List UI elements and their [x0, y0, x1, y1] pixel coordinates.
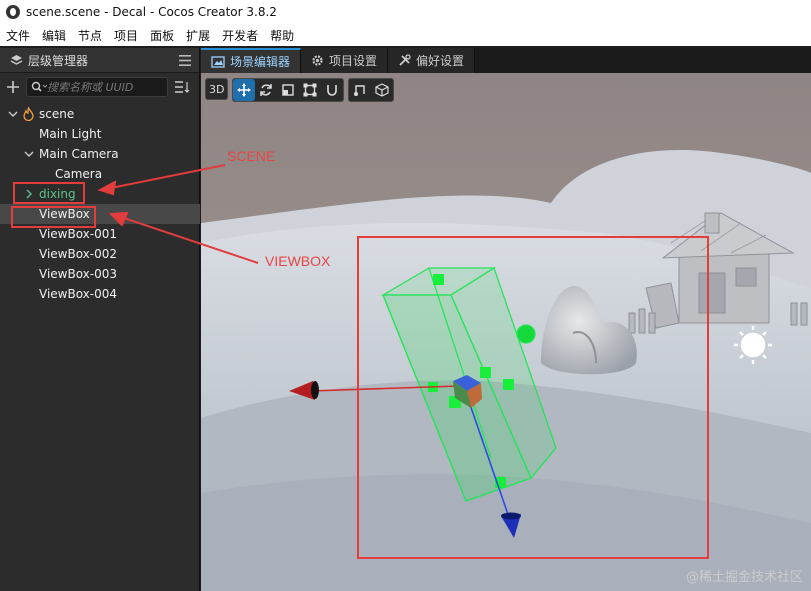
- viewport-toolbar: 3D: [205, 78, 395, 102]
- snap-tool-icon[interactable]: [321, 79, 343, 101]
- move-tool-icon[interactable]: [233, 79, 256, 101]
- annotation-arrows: [97, 164, 259, 264]
- pivot-tool-group: [348, 78, 395, 102]
- rect-tool-icon[interactable]: [299, 79, 321, 101]
- watermark: @稀土掘金技术社区: [685, 570, 803, 585]
- scale-tool-icon[interactable]: [277, 79, 299, 101]
- arrow-head-icon: [108, 211, 129, 227]
- rotate-tool-icon[interactable]: [255, 79, 277, 101]
- cube-icon[interactable]: [371, 79, 393, 101]
- anchor-icon[interactable]: [349, 79, 371, 101]
- transform-tool-group: [232, 78, 345, 102]
- arrow-head-icon: [97, 180, 117, 196]
- toggle-3d-button[interactable]: 3D: [205, 78, 229, 100]
